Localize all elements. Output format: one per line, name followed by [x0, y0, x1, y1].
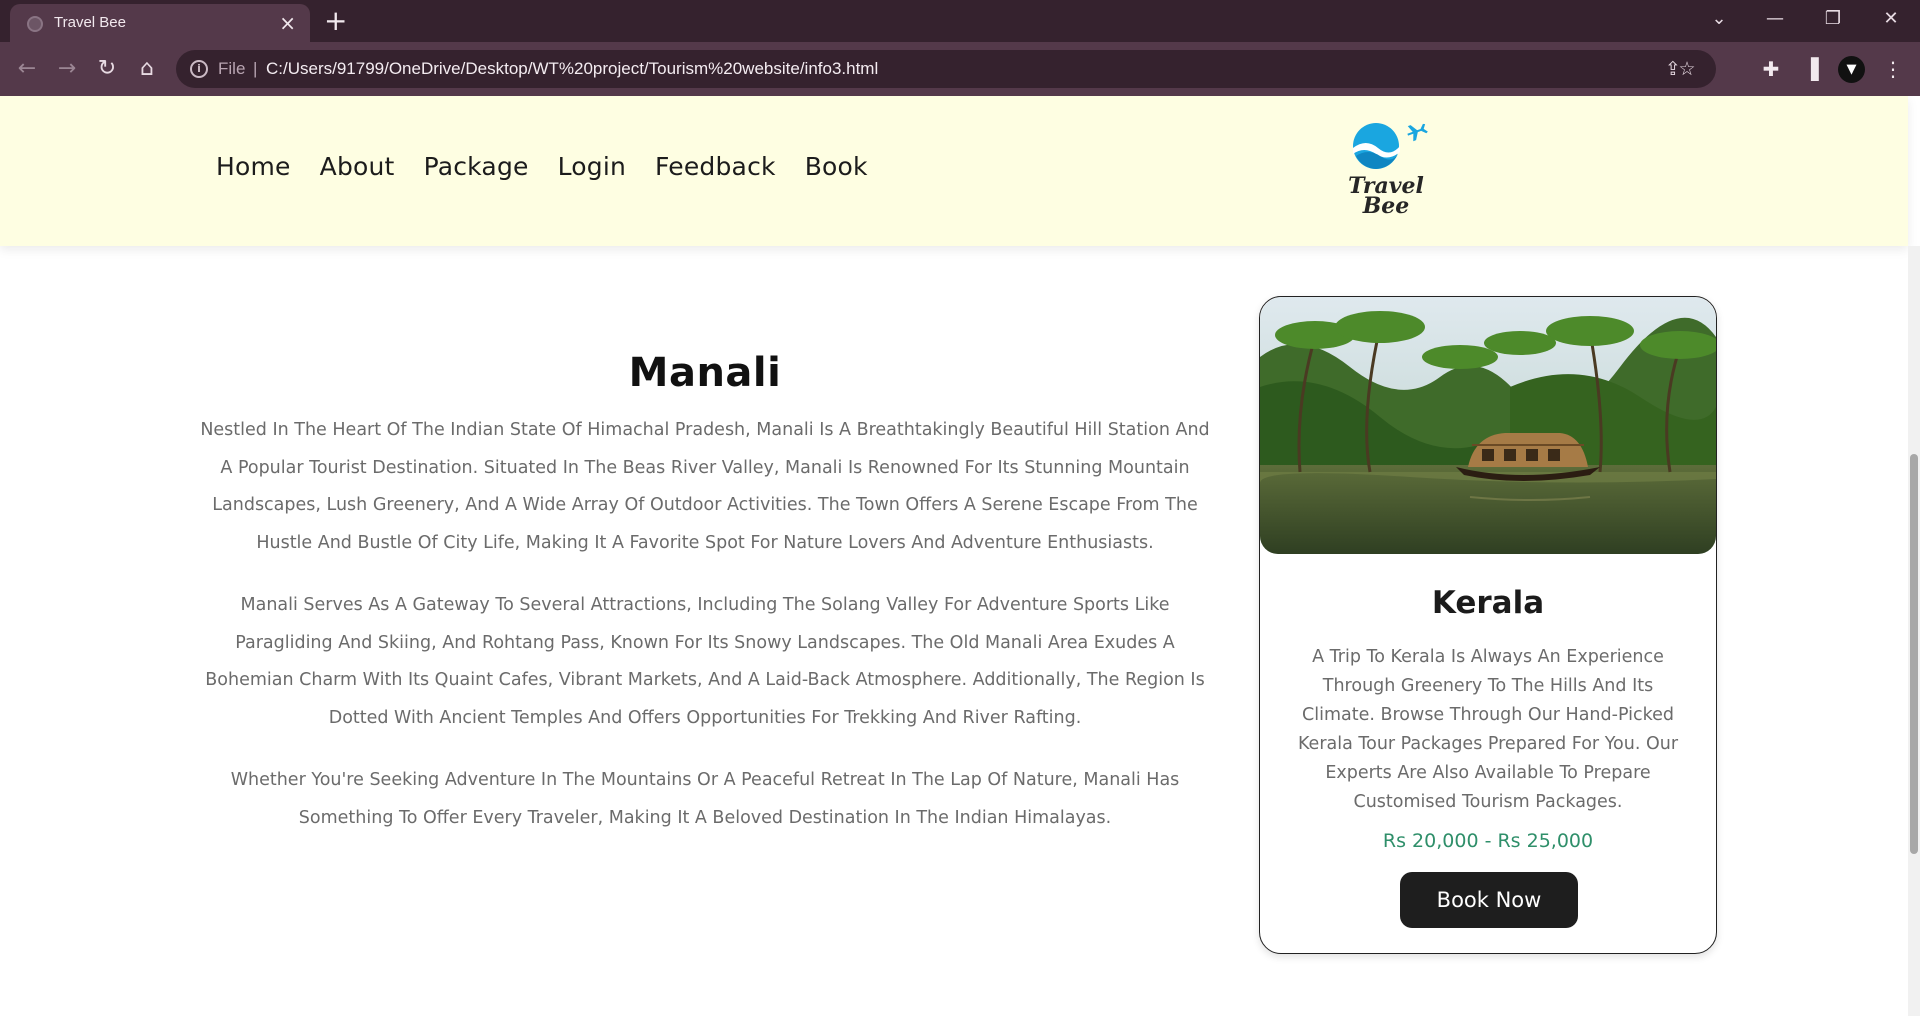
tab-search-icon[interactable]: ⌄	[1694, 0, 1744, 40]
close-window-button[interactable]: ✕	[1866, 0, 1916, 40]
globe-wave-icon	[1353, 123, 1428, 169]
browser-tab-strip: Travel Bee × + ⌄ — ❐ ✕	[0, 0, 1920, 42]
bookmark-star-icon[interactable]: ☆	[1676, 58, 1698, 80]
menu-kebab-icon[interactable]: ⋮	[1880, 56, 1906, 82]
nav-feedback[interactable]: Feedback	[655, 152, 776, 181]
side-panel-icon[interactable]: ▐	[1798, 56, 1824, 82]
profile-avatar[interactable]: ▼	[1838, 56, 1865, 83]
package-card: Kerala A Trip To Kerala Is Always An Exp…	[1259, 296, 1717, 954]
site-header: Home About Package Login Feedback Book T…	[0, 96, 1908, 246]
nav-package[interactable]: Package	[424, 152, 529, 181]
globe-icon	[27, 16, 43, 32]
url-separator: |	[253, 59, 258, 78]
card-price: Rs 20,000 - Rs 25,000	[1382, 830, 1594, 852]
nav-home[interactable]: Home	[216, 152, 291, 181]
extensions-puzzle-icon[interactable]: ✚	[1758, 56, 1784, 82]
nav-book[interactable]: Book	[805, 152, 868, 181]
card-title: Kerala	[1431, 585, 1545, 621]
url-scheme: File	[218, 59, 246, 78]
travel-bee-logo[interactable]: Travel Bee	[1336, 118, 1436, 228]
article-paragraph: Manali Serves As A Gateway To Several At…	[205, 595, 1205, 728]
logo-line-2: Bee	[1362, 193, 1410, 219]
article-paragraph: Nestled In The Heart Of The Indian State…	[200, 420, 1210, 553]
address-bar[interactable]: i File | C:/Users/91799/OneDrive/Desktop…	[176, 50, 1716, 88]
restore-button[interactable]: ❐	[1808, 0, 1858, 40]
kerala-backwaters-image	[1260, 297, 1716, 554]
destination-article: Manali Nestled In The Heart Of The India…	[196, 350, 1214, 862]
web-page: Home About Package Login Feedback Book T…	[0, 96, 1920, 1016]
url-text[interactable]: C:/Users/91799/OneDrive/Desktop/WT%20pro…	[266, 59, 878, 79]
close-tab-icon[interactable]: ×	[279, 11, 296, 35]
tab-title: Travel Bee	[54, 14, 126, 31]
browser-toolbar: ← → ↻ ⌂ i File | C:/Users/91799/OneDrive…	[0, 42, 1920, 96]
browser-tab[interactable]: Travel Bee ×	[10, 4, 310, 42]
book-now-button[interactable]: Book Now	[1400, 872, 1578, 928]
page-scrollbar[interactable]	[1908, 246, 1920, 1016]
forward-arrow-icon[interactable]: →	[52, 54, 82, 84]
new-tab-button[interactable]: +	[324, 5, 347, 37]
card-description: A Trip To Kerala Is Always An Experience…	[1297, 647, 1679, 812]
home-icon[interactable]: ⌂	[132, 54, 162, 84]
nav-about[interactable]: About	[320, 152, 395, 181]
minimize-button[interactable]: —	[1750, 0, 1800, 40]
article-title: Manali	[628, 350, 782, 396]
scrollbar-thumb[interactable]	[1910, 454, 1918, 854]
back-arrow-icon[interactable]: ←	[12, 54, 42, 84]
main-nav: Home About Package Login Feedback Book	[216, 152, 868, 181]
article-paragraph: Whether You're Seeking Adventure In The …	[230, 770, 1180, 828]
reload-icon[interactable]: ↻	[92, 54, 122, 84]
site-info-icon[interactable]: i	[190, 60, 208, 78]
nav-login[interactable]: Login	[558, 152, 626, 181]
